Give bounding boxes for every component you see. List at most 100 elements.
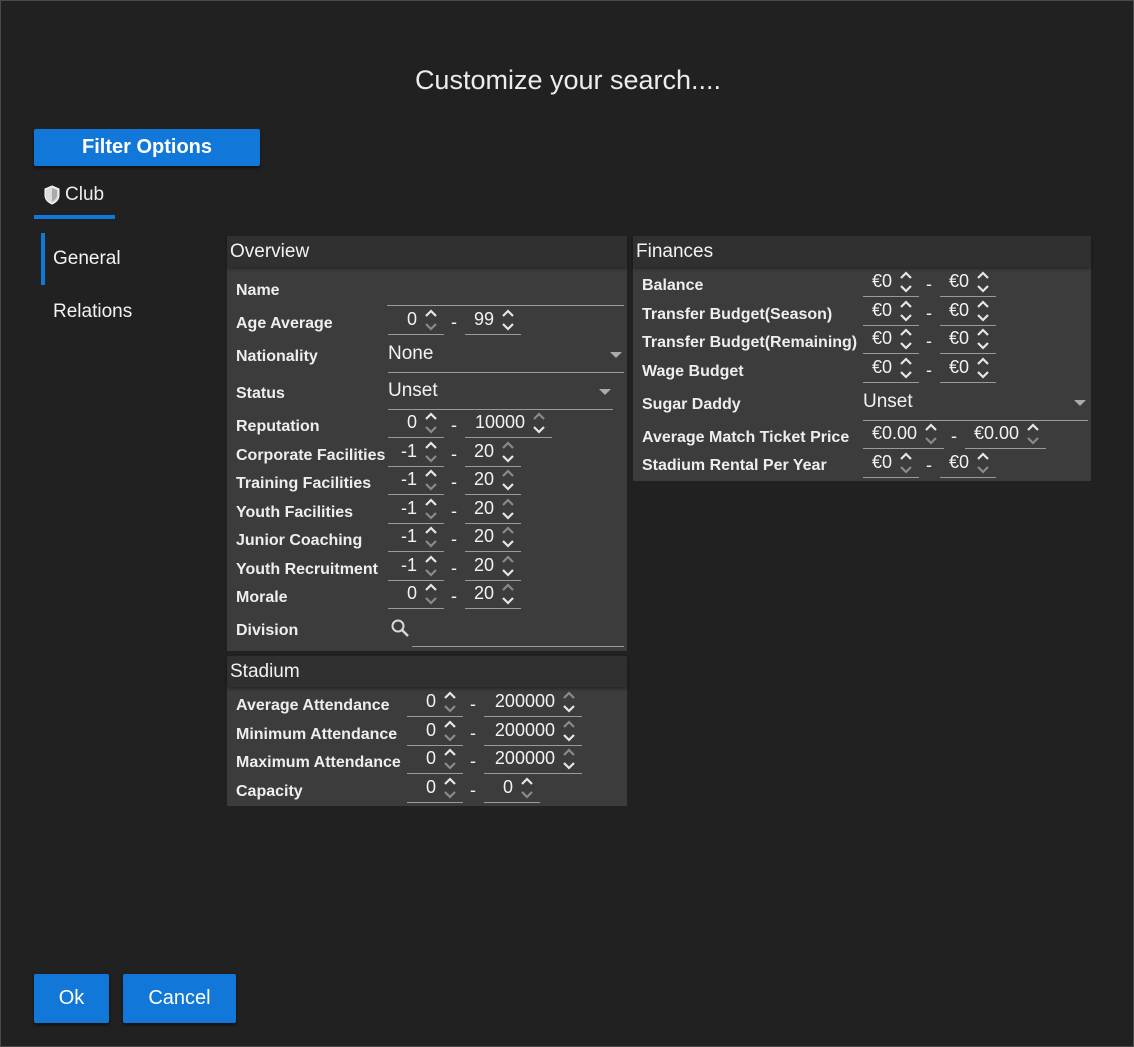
- training-facilities-max-spinner[interactable]: 20: [465, 465, 521, 495]
- sugar-daddy-dropdown[interactable]: Unset: [863, 385, 1088, 421]
- wage-budget-min-spinner[interactable]: €0: [863, 353, 919, 383]
- spinner-arrows-icon[interactable]: [424, 553, 438, 579]
- youth-facilities-max-spinner[interactable]: 20: [465, 494, 521, 524]
- spinner-arrows-icon[interactable]: [443, 775, 457, 801]
- cancel-button[interactable]: Cancel: [123, 974, 236, 1023]
- spinner-arrows-icon[interactable]: [562, 689, 576, 715]
- ticket-price-min-value: €0.00: [871, 423, 917, 443]
- reputation-min-spinner[interactable]: 0: [388, 408, 444, 438]
- spinner-arrows-icon[interactable]: [443, 689, 457, 715]
- spinner-arrows-icon[interactable]: [424, 524, 438, 550]
- spinner-arrows-icon[interactable]: [501, 467, 515, 493]
- spinner-arrows-icon[interactable]: [1026, 421, 1040, 447]
- age-average-max-spinner[interactable]: 99: [465, 305, 521, 335]
- spinner-arrows-icon[interactable]: [501, 439, 515, 465]
- morale-max-spinner[interactable]: 20: [465, 579, 521, 609]
- junior-coaching-min-value: -1: [400, 526, 417, 546]
- training-facilities-min-spinner[interactable]: -1: [388, 465, 444, 495]
- range-separator: -: [470, 723, 476, 743]
- morale-min-spinner[interactable]: 0: [388, 579, 444, 609]
- status-dropdown[interactable]: Unset: [388, 374, 613, 410]
- morale-label: Morale: [236, 589, 288, 606]
- spinner-arrows-icon[interactable]: [976, 326, 990, 352]
- average-attendance-min-spinner[interactable]: 0: [407, 687, 463, 717]
- wage-budget-label: Wage Budget: [642, 363, 744, 380]
- junior-coaching-max-spinner[interactable]: 20: [465, 522, 521, 552]
- spinner-arrows-icon[interactable]: [424, 581, 438, 607]
- range-separator: -: [451, 444, 457, 464]
- reputation-min-value: 0: [406, 412, 417, 432]
- youth-facilities-min-spinner[interactable]: -1: [388, 494, 444, 524]
- corporate-facilities-min-spinner[interactable]: -1: [388, 437, 444, 467]
- maximum-attendance-max-spinner[interactable]: 200000: [484, 744, 582, 774]
- corporate-facilities-max-spinner[interactable]: 20: [465, 437, 521, 467]
- name-label: Name: [236, 282, 280, 299]
- ok-button[interactable]: Ok: [34, 974, 109, 1023]
- reputation-max-spinner[interactable]: 10000: [465, 408, 552, 438]
- balance-min-spinner[interactable]: €0: [863, 267, 919, 297]
- spinner-arrows-icon[interactable]: [501, 581, 515, 607]
- spinner-arrows-icon[interactable]: [899, 355, 913, 381]
- spinner-arrows-icon[interactable]: [899, 269, 913, 295]
- spinner-arrows-icon[interactable]: [501, 524, 515, 550]
- spinner-arrows-icon[interactable]: [976, 450, 990, 476]
- spinner-arrows-icon[interactable]: [501, 307, 515, 333]
- spinner-arrows-icon[interactable]: [562, 718, 576, 744]
- nationality-dropdown[interactable]: None: [388, 337, 624, 373]
- training-facilities-max-value: 20: [473, 469, 494, 489]
- sidebar-item-relations[interactable]: Relations: [41, 286, 181, 338]
- reputation-max-value: 10000: [474, 412, 525, 432]
- stadium-rental-max-spinner[interactable]: €0: [940, 448, 996, 478]
- spinner-arrows-icon[interactable]: [899, 326, 913, 352]
- spinner-arrows-icon[interactable]: [424, 496, 438, 522]
- spinner-arrows-icon[interactable]: [501, 496, 515, 522]
- capacity-max-spinner[interactable]: 0: [484, 773, 540, 803]
- division-search-input[interactable]: [412, 623, 624, 647]
- spinner-arrows-icon[interactable]: [976, 269, 990, 295]
- age-average-min-spinner[interactable]: 0: [388, 305, 444, 335]
- spinner-arrows-icon[interactable]: [443, 746, 457, 772]
- wage-budget-max-spinner[interactable]: €0: [940, 353, 996, 383]
- spinner-arrows-icon[interactable]: [424, 410, 438, 436]
- minimum-attendance-max-spinner[interactable]: 200000: [484, 716, 582, 746]
- average-attendance-max-spinner[interactable]: 200000: [484, 687, 582, 717]
- ticket-price-min-spinner[interactable]: €0.00: [863, 419, 944, 449]
- finances-header: Finances: [633, 236, 1091, 267]
- spinner-arrows-icon[interactable]: [424, 467, 438, 493]
- transfer-budget-season-min-spinner[interactable]: €0: [863, 296, 919, 326]
- tab-club[interactable]: Club: [34, 175, 115, 219]
- spinner-arrows-icon[interactable]: [899, 298, 913, 324]
- maximum-attendance-min-spinner[interactable]: 0: [407, 744, 463, 774]
- junior-coaching-min-spinner[interactable]: -1: [388, 522, 444, 552]
- name-input[interactable]: [387, 282, 624, 306]
- sidebar-item-general[interactable]: General: [41, 233, 181, 285]
- range-separator: -: [926, 360, 932, 380]
- corporate-facilities-min-value: -1: [400, 441, 417, 461]
- capacity-min-spinner[interactable]: 0: [407, 773, 463, 803]
- transfer-budget-remaining-max-spinner[interactable]: €0: [940, 324, 996, 354]
- balance-max-spinner[interactable]: €0: [940, 267, 996, 297]
- stadium-header: Stadium: [227, 656, 627, 687]
- spinner-arrows-icon[interactable]: [899, 450, 913, 476]
- spinner-arrows-icon[interactable]: [924, 421, 938, 447]
- transfer-budget-remaining-min-spinner[interactable]: €0: [863, 324, 919, 354]
- filter-options-button[interactable]: Filter Options: [34, 129, 260, 166]
- spinner-arrows-icon[interactable]: [424, 307, 438, 333]
- spinner-arrows-icon[interactable]: [562, 746, 576, 772]
- spinner-arrows-icon[interactable]: [976, 355, 990, 381]
- youth-recruitment-min-spinner[interactable]: -1: [388, 551, 444, 581]
- spinner-arrows-icon[interactable]: [443, 718, 457, 744]
- spinner-arrows-icon[interactable]: [520, 775, 534, 801]
- spinner-arrows-icon[interactable]: [501, 553, 515, 579]
- stadium-rental-min-spinner[interactable]: €0: [863, 448, 919, 478]
- youth-recruitment-max-spinner[interactable]: 20: [465, 551, 521, 581]
- range-separator: -: [451, 472, 457, 492]
- range-separator: -: [951, 426, 957, 446]
- nationality-value: None: [388, 343, 434, 364]
- transfer-budget-season-max-spinner[interactable]: €0: [940, 296, 996, 326]
- spinner-arrows-icon[interactable]: [976, 298, 990, 324]
- ticket-price-max-spinner[interactable]: €0.00: [965, 419, 1046, 449]
- spinner-arrows-icon[interactable]: [532, 410, 546, 436]
- minimum-attendance-min-spinner[interactable]: 0: [407, 716, 463, 746]
- spinner-arrows-icon[interactable]: [424, 439, 438, 465]
